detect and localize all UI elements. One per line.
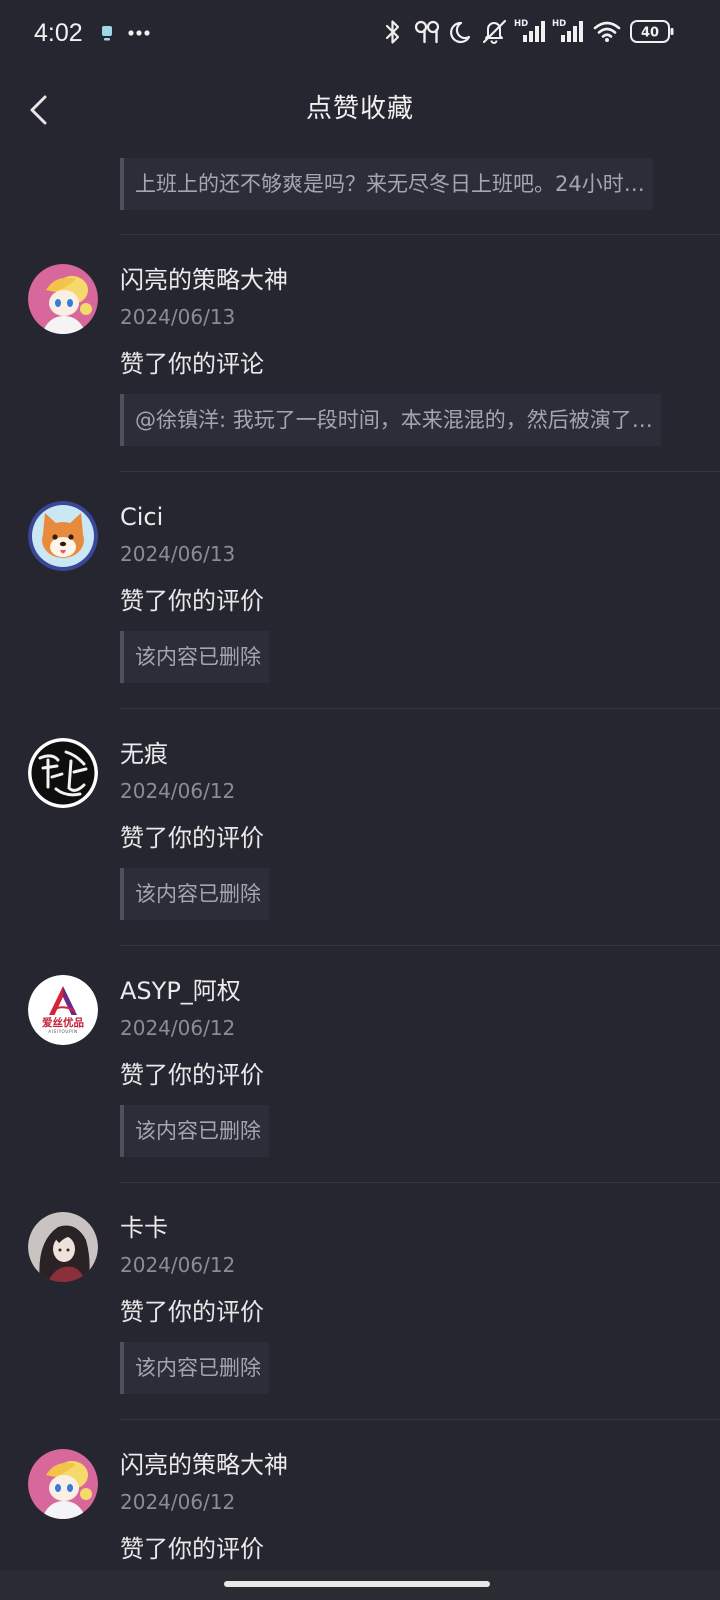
battery-icon: 40 [630, 20, 674, 43]
avatar[interactable] [28, 1212, 98, 1282]
timestamp: 2024/06/12 [120, 1253, 236, 1277]
action-text: 赞了你的评价 [120, 1061, 264, 1089]
timestamp: 2024/06/12 [120, 779, 236, 803]
like-notification-item[interactable]: Cici 2024/06/13 赞了你的评价 该内容已删除 [28, 472, 720, 709]
like-notification-item[interactable]: 爱丝优品 AISIYOUPIN ASYP_阿权 2024/06/12 赞了你的评… [28, 946, 720, 1183]
app-header: 点赞收藏 [0, 66, 720, 152]
timestamp: 2024/06/13 [120, 542, 236, 566]
like-notification-item[interactable]: 闪亮的策略大神 2024/06/13 赞了你的评论 @徐镇洋: 我玩了一段时间，… [28, 235, 720, 472]
wifi-icon [593, 21, 621, 42]
avatar-logo-subtext: AISIYOUPIN [48, 1029, 78, 1034]
app-notification-icon [102, 26, 112, 41]
avatar[interactable] [28, 1449, 98, 1519]
moon-icon [450, 21, 471, 44]
user-name[interactable]: 卡卡 [120, 1211, 720, 1245]
network-type-label: HD [552, 19, 566, 29]
avatar[interactable] [28, 738, 98, 808]
list-item[interactable]: 上班上的还不够爽是吗？来无尽冬日上班吧。24小时… [120, 152, 720, 235]
back-button[interactable] [22, 90, 56, 130]
action-text: 赞了你的评价 [120, 587, 264, 615]
like-notification-item[interactable]: 无痕 2024/06/12 赞了你的评价 该内容已删除 [28, 709, 720, 946]
deleted-content-notice: 该内容已删除 [120, 1342, 269, 1394]
action-text: 赞了你的评价 [120, 824, 264, 852]
navigation-bar [0, 1570, 720, 1600]
avatar-logo-text: 爱丝优品 [42, 1016, 84, 1029]
avatar[interactable] [28, 264, 98, 334]
avatar[interactable]: 爱丝优品 AISIYOUPIN [28, 975, 98, 1045]
user-name[interactable]: 闪亮的策略大神 [120, 263, 720, 297]
user-name[interactable]: ASYP_阿权 [120, 974, 720, 1008]
quoted-content[interactable]: @徐镇洋: 我玩了一段时间，本来混混的，然后被演了… [120, 394, 661, 446]
network-type-label: HD [514, 19, 528, 29]
user-name[interactable]: 闪亮的策略大神 [120, 1448, 720, 1482]
battery-level: 40 [641, 26, 659, 41]
timestamp: 2024/06/13 [120, 305, 236, 329]
likes-list[interactable]: 上班上的还不够爽是吗？来无尽冬日上班吧。24小时… 闪亮的策略大神 2024/0… [0, 152, 720, 1570]
like-notification-item[interactable]: 卡卡 2024/06/12 赞了你的评价 该内容已删除 [28, 1183, 720, 1420]
deleted-content-notice: 该内容已删除 [120, 868, 269, 920]
deleted-content-notice: 该内容已删除 [120, 631, 269, 683]
bluetooth-icon [385, 20, 400, 44]
user-name[interactable]: Cici [120, 500, 720, 534]
action-text: 赞了你的评论 [120, 350, 264, 378]
deleted-content-notice: 该内容已删除 [120, 1105, 269, 1157]
timestamp: 2024/06/12 [120, 1490, 236, 1514]
earbuds-icon [414, 20, 440, 44]
chevron-left-icon [30, 95, 47, 125]
signal-icon: HD [552, 19, 583, 42]
signal-icon: HD [514, 19, 545, 42]
page-title: 点赞收藏 [305, 94, 414, 124]
more-notifications-icon [128, 30, 150, 36]
status-bar: 4:02 HD HD 40 [0, 0, 720, 66]
home-indicator[interactable] [224, 1581, 490, 1587]
like-notification-item[interactable]: 闪亮的策略大神 2024/06/12 赞了你的评价 [28, 1420, 720, 1570]
mute-bell-icon [482, 19, 507, 44]
quoted-content[interactable]: 上班上的还不够爽是吗？来无尽冬日上班吧。24小时… [120, 158, 653, 210]
action-text: 赞了你的评价 [120, 1298, 264, 1326]
user-name[interactable]: 无痕 [120, 737, 720, 771]
status-time: 4:02 [34, 19, 83, 47]
action-text: 赞了你的评价 [120, 1535, 264, 1563]
avatar[interactable] [28, 501, 98, 571]
timestamp: 2024/06/12 [120, 1016, 236, 1040]
